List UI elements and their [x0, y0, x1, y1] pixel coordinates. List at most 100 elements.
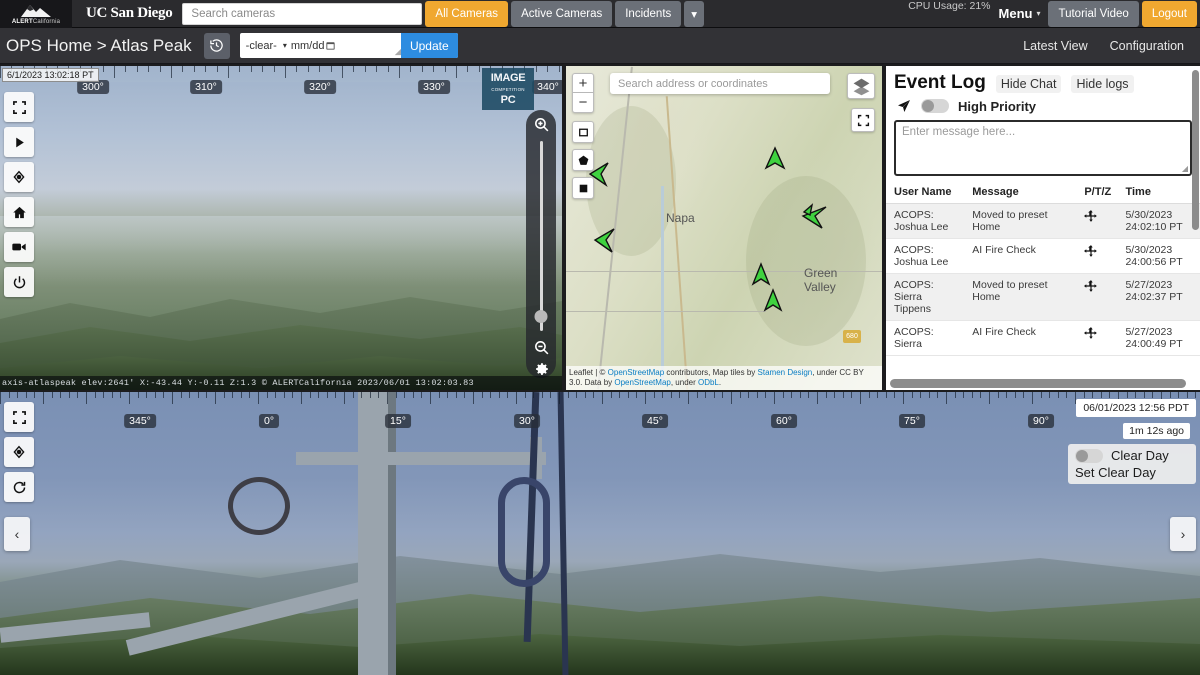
- event-log-horizontal-scrollbar[interactable]: [890, 379, 1186, 388]
- attr-osm-link[interactable]: OpenStreetMap: [608, 368, 664, 377]
- atmospheric-haze: [0, 216, 562, 286]
- incidents-button[interactable]: Incidents: [615, 0, 682, 27]
- attr-odbl-link[interactable]: ODbL: [698, 378, 719, 387]
- panorama-view[interactable]: 345° 0° 15° 30° 45° 60° 75° 90° ‹ › 06/01/2023 …: [0, 392, 1200, 675]
- camera-fov-marker[interactable]: [592, 226, 616, 254]
- date-input[interactable]: mm/dd: [291, 40, 325, 52]
- draw-square-button[interactable]: [572, 177, 594, 199]
- pano-preset-target-button[interactable]: [4, 437, 34, 467]
- draw-rectangle-button[interactable]: [572, 121, 594, 143]
- attr-dot: .: [718, 378, 722, 387]
- cell-ptz[interactable]: [1076, 238, 1118, 274]
- attr-osm2-link[interactable]: OpenStreetMap: [614, 378, 670, 387]
- map-layers-button[interactable]: [847, 73, 875, 99]
- zoom-slider-track[interactable]: [534, 141, 548, 331]
- logout-button[interactable]: Logout: [1141, 0, 1197, 27]
- preset-target-button[interactable]: [4, 162, 34, 192]
- clear-day-toggle[interactable]: [1075, 448, 1103, 463]
- table-row[interactable]: ACOPS: Joshua Lee AI Fire Check 5/30/2023 …: [886, 238, 1200, 274]
- map-search-input[interactable]: Search address or coordinates: [610, 73, 830, 94]
- ruler-tick: [774, 392, 775, 404]
- cell-ptz[interactable]: [1076, 203, 1118, 239]
- chevron-down-icon[interactable]: ▾: [283, 41, 287, 50]
- active-cameras-button[interactable]: Active Cameras: [511, 0, 613, 27]
- camera-fov-marker[interactable]: [764, 146, 786, 172]
- fullscreen-icon: [12, 100, 26, 114]
- table-row[interactable]: ACOPS: Joshua Lee Moved to preset Home 5/3…: [886, 203, 1200, 239]
- home-button[interactable]: [4, 197, 34, 227]
- history-button[interactable]: [203, 32, 230, 59]
- camera-fov-marker[interactable]: [762, 288, 784, 314]
- map-tiles[interactable]: Napa Green Valley 680: [566, 66, 882, 390]
- message-input[interactable]: Enter message here... ◢: [894, 120, 1192, 176]
- pano-fullscreen-button[interactable]: [4, 402, 34, 432]
- cell-ptz[interactable]: [1076, 273, 1118, 321]
- configuration-link[interactable]: Configuration: [1110, 39, 1184, 53]
- record-video-button[interactable]: [4, 232, 34, 262]
- pano-refresh-button[interactable]: [4, 472, 34, 502]
- pano-next-button[interactable]: ›: [1170, 516, 1196, 551]
- power-button[interactable]: [4, 267, 34, 297]
- ruler-tick: [1040, 392, 1042, 398]
- zoom-slider-handle[interactable]: [534, 310, 548, 323]
- all-cameras-button[interactable]: All Cameras: [425, 0, 509, 27]
- panorama-degree-ruler[interactable]: [0, 392, 1200, 408]
- ruler-tick: [114, 66, 115, 78]
- menu-caret-icon[interactable]: ▾: [1036, 9, 1040, 18]
- date-filter-group[interactable]: -clear- ▾ mm/dd ◢ Update: [239, 33, 458, 58]
- map-view[interactable]: Napa Green Valley 680 Search address or …: [566, 66, 882, 390]
- ruler-tick: [232, 392, 234, 398]
- table-row[interactable]: ACOPS: Sierra AI Fire Check 5/27/2023 24:0…: [886, 320, 1200, 356]
- ruler-tick: [182, 66, 184, 72]
- update-button[interactable]: Update: [400, 33, 458, 58]
- clear-select-value[interactable]: -clear-: [240, 40, 277, 52]
- table-row[interactable]: ACOPS: Sierra Tippens Moved to preset Hom…: [886, 273, 1200, 321]
- event-log-vertical-scrollbar[interactable]: [1192, 70, 1199, 230]
- map-zoom-out-button[interactable]: −: [572, 93, 594, 113]
- menu-button[interactable]: Menu: [999, 6, 1033, 21]
- search-cameras-input[interactable]: Search cameras: [182, 2, 423, 25]
- ucsd-label[interactable]: UC San Diego: [72, 5, 182, 22]
- camera-zoom-slider[interactable]: [526, 110, 556, 378]
- play-button[interactable]: [4, 127, 34, 157]
- hide-chat-button[interactable]: Hide Chat: [995, 75, 1062, 93]
- hide-logs-button[interactable]: Hide logs: [1071, 75, 1134, 93]
- cell-ptz[interactable]: [1076, 320, 1118, 356]
- tower-crossarm: [296, 452, 546, 465]
- ruler-tick: [223, 392, 225, 398]
- ruler-tick: [395, 392, 397, 398]
- ruler-tick: [627, 392, 629, 398]
- cell-user-name: ACOPS: Sierra Tippens: [886, 273, 965, 321]
- camera-fov-marker[interactable]: [798, 202, 828, 232]
- alert-california-logo[interactable]: ALERTCalifornia: [0, 0, 72, 28]
- breadcrumb[interactable]: OPS Home > Atlas Peak: [6, 36, 192, 56]
- ruler-tick: [125, 66, 127, 72]
- ruler-tick: [307, 66, 309, 72]
- draw-polygon-button[interactable]: [572, 149, 594, 171]
- ruler-tick: [593, 392, 595, 398]
- attr-stamen-link[interactable]: Stamen Design: [758, 368, 813, 377]
- set-clear-day-button[interactable]: Set Clear Day: [1075, 465, 1189, 480]
- latest-view-link[interactable]: Latest View: [1023, 39, 1087, 53]
- zoom-out-icon[interactable]: [533, 339, 550, 356]
- ruler-tick: [60, 392, 62, 398]
- map-zoom-in-button[interactable]: +: [572, 73, 594, 93]
- calendar-icon[interactable]: [325, 40, 336, 51]
- fullscreen-button[interactable]: [4, 92, 34, 122]
- ruler-tick: [885, 392, 887, 398]
- map-fullscreen-button[interactable]: [851, 108, 875, 132]
- ruler-tick: [535, 66, 537, 72]
- ruler-tick: [473, 392, 474, 404]
- pano-prev-button[interactable]: ‹: [4, 516, 30, 551]
- high-priority-toggle[interactable]: [921, 99, 949, 113]
- send-arrow-icon[interactable]: [896, 98, 912, 114]
- zoom-in-icon[interactable]: [533, 116, 550, 133]
- more-dropdown-button[interactable]: ▾: [684, 0, 705, 27]
- camera-fov-marker[interactable]: [750, 262, 772, 288]
- ruler-tick: [342, 66, 343, 78]
- resize-grip-icon[interactable]: ◢: [1182, 164, 1188, 173]
- live-camera-view[interactable]: 300° 310° 320° 330° 340° 6/1/2023 13:02:18 P…: [0, 66, 562, 390]
- draw-polygon-icon: [578, 155, 588, 165]
- ruler-tick: [559, 392, 560, 404]
- tutorial-video-button[interactable]: Tutorial Video: [1048, 0, 1139, 27]
